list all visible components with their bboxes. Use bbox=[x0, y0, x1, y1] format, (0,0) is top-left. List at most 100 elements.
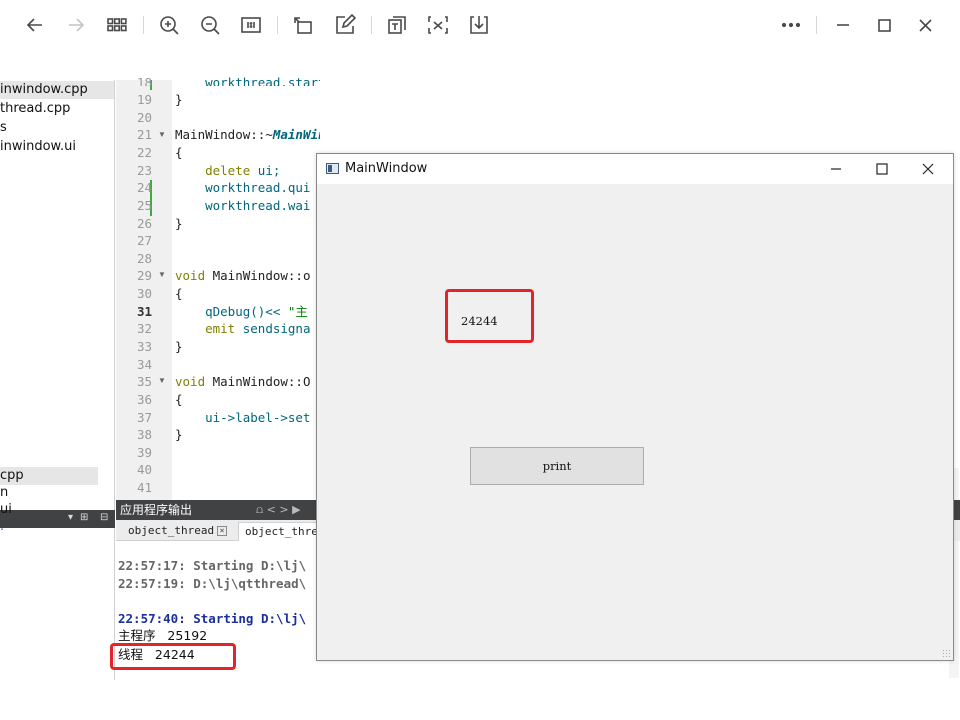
close-pane-icon[interactable]: ⊟ bbox=[100, 512, 108, 523]
code-line[interactable]: } bbox=[175, 91, 320, 109]
file-item[interactable]: thread.cpp bbox=[0, 100, 70, 118]
download-icon[interactable] bbox=[466, 12, 492, 38]
line-number: 30 bbox=[136, 286, 152, 301]
code-line[interactable]: qDebug()<< "主 bbox=[175, 303, 320, 321]
toolbar-divider bbox=[816, 16, 817, 34]
output-line: 主程序 25192 bbox=[118, 628, 208, 643]
output-tab-active[interactable]: object_threa bbox=[238, 522, 320, 541]
output-pane-header: 应用程序输出 ⩍ < > ▶ bbox=[116, 500, 320, 520]
code-line[interactable]: { bbox=[175, 285, 320, 303]
fold-arrow-icon[interactable]: ▼ bbox=[158, 376, 166, 385]
forward-arrow-icon[interactable] bbox=[63, 12, 89, 38]
line-number: 37 bbox=[136, 410, 152, 425]
formula-icon[interactable] bbox=[425, 12, 451, 38]
split-icon[interactable]: ⊞ bbox=[80, 512, 88, 523]
output-tab[interactable]: object_thread × bbox=[122, 522, 232, 541]
output-tabs-edge bbox=[954, 520, 960, 541]
code-line[interactable]: workthread.start(); bbox=[175, 74, 320, 86]
code-line[interactable]: { bbox=[175, 144, 320, 162]
line-number: 24 bbox=[136, 180, 152, 195]
code-line[interactable]: ui->label->set bbox=[175, 409, 320, 427]
toolbar-divider bbox=[143, 16, 144, 34]
line-number: 25 bbox=[136, 198, 152, 213]
more-icon[interactable] bbox=[778, 12, 804, 38]
fold-arrow-icon[interactable]: ▼ bbox=[158, 130, 166, 139]
line-number: 39 bbox=[136, 445, 152, 460]
line-number: 33 bbox=[136, 339, 152, 354]
line-number: 20 bbox=[136, 110, 152, 125]
output-toolbar-icons[interactable]: ⩍ < > ▶ bbox=[256, 500, 301, 520]
output-line: 22:57:17: Starting D:\lj\ bbox=[118, 558, 307, 573]
open-file-item[interactable]: cpp bbox=[0, 467, 98, 485]
code-line[interactable]: } bbox=[175, 426, 320, 444]
code-line[interactable]: void MainWindow::O bbox=[175, 373, 320, 391]
dialog-title: MainWindow bbox=[345, 161, 428, 176]
code-line[interactable]: } bbox=[175, 338, 320, 356]
dialog-titlebar[interactable]: MainWindow bbox=[317, 154, 953, 184]
line-number: 32 bbox=[136, 321, 152, 336]
extract-text-icon[interactable] bbox=[384, 12, 410, 38]
code-line[interactable]: } bbox=[175, 215, 320, 233]
code-line[interactable]: void MainWindow::o bbox=[175, 267, 320, 285]
line-number: 40 bbox=[136, 462, 152, 477]
file-item[interactable]: inwindow.ui bbox=[0, 138, 76, 156]
minimize-icon[interactable] bbox=[830, 12, 856, 38]
open-file-item[interactable]: n bbox=[0, 484, 8, 502]
code-line[interactable]: workthread.qui bbox=[175, 179, 320, 197]
line-number: 21 bbox=[136, 127, 152, 142]
open-file-item[interactable]: . bbox=[0, 518, 4, 536]
zoom-out-icon[interactable] bbox=[197, 12, 223, 38]
output-line: 22:57:40: Starting D:\lj\ bbox=[118, 611, 307, 626]
file-item[interactable]: s bbox=[0, 119, 7, 137]
close-icon[interactable] bbox=[912, 12, 938, 38]
toolbar-divider bbox=[371, 16, 372, 34]
dropdown-icon[interactable]: ▾ bbox=[68, 512, 73, 523]
close-icon[interactable] bbox=[905, 154, 951, 184]
line-number: 27 bbox=[136, 233, 152, 248]
line-number: 18 bbox=[136, 75, 152, 86]
line-number: 23 bbox=[136, 163, 152, 178]
line-number: 35 bbox=[136, 374, 152, 389]
maximize-icon[interactable] bbox=[871, 12, 897, 38]
main-window-dialog: MainWindow 24244 print bbox=[316, 153, 954, 661]
resize-grip-icon[interactable] bbox=[942, 649, 950, 657]
code-line[interactable]: MainWindow::~MainWindow() bbox=[175, 126, 320, 144]
code-line[interactable]: workthread.wai bbox=[175, 197, 320, 215]
line-number: 26 bbox=[136, 216, 152, 231]
line-number: 38 bbox=[136, 427, 152, 442]
code-line[interactable]: emit sendsigna bbox=[175, 320, 320, 338]
line-number: 34 bbox=[136, 357, 152, 372]
zoom-in-icon[interactable] bbox=[156, 12, 182, 38]
close-tab-icon[interactable]: × bbox=[217, 526, 228, 536]
project-panel: inwindow.cpp thread.cpp s inwindow.ui ▾ … bbox=[0, 80, 115, 680]
line-number: 19 bbox=[136, 92, 152, 107]
back-arrow-icon[interactable] bbox=[22, 12, 48, 38]
fold-arrow-icon[interactable]: ▼ bbox=[158, 270, 166, 279]
line-number: 22 bbox=[136, 145, 152, 160]
edit-icon[interactable] bbox=[332, 12, 358, 38]
print-button[interactable]: print bbox=[470, 447, 644, 485]
rotate-icon[interactable] bbox=[290, 12, 316, 38]
viewer-toolbar bbox=[0, 0, 960, 52]
output-tabs: object_thread × object_threa bbox=[116, 520, 320, 541]
open-file-item[interactable]: ui bbox=[0, 501, 12, 519]
line-number: 36 bbox=[136, 392, 152, 407]
output-header-edge bbox=[954, 500, 960, 520]
highlight-box bbox=[110, 643, 236, 670]
line-number: 28 bbox=[136, 251, 152, 266]
actual-size-icon[interactable] bbox=[238, 12, 264, 38]
output-pane-title: 应用程序输出 bbox=[120, 503, 193, 517]
line-number: 29 bbox=[136, 268, 152, 283]
code-line[interactable]: { bbox=[175, 391, 320, 409]
window-app-icon bbox=[326, 163, 339, 174]
line-number: 31 bbox=[136, 304, 152, 319]
maximize-icon[interactable] bbox=[859, 154, 905, 184]
line-number: 41 bbox=[136, 480, 152, 495]
output-line: 22:57:19: D:\lj\qtthread\ bbox=[118, 576, 307, 591]
grid-view-icon[interactable] bbox=[104, 12, 130, 38]
code-line[interactable]: delete ui; bbox=[175, 162, 320, 180]
toolbar-divider bbox=[277, 16, 278, 34]
file-item[interactable]: inwindow.cpp bbox=[0, 81, 114, 99]
highlight-box bbox=[445, 289, 534, 343]
minimize-icon[interactable] bbox=[813, 154, 859, 184]
